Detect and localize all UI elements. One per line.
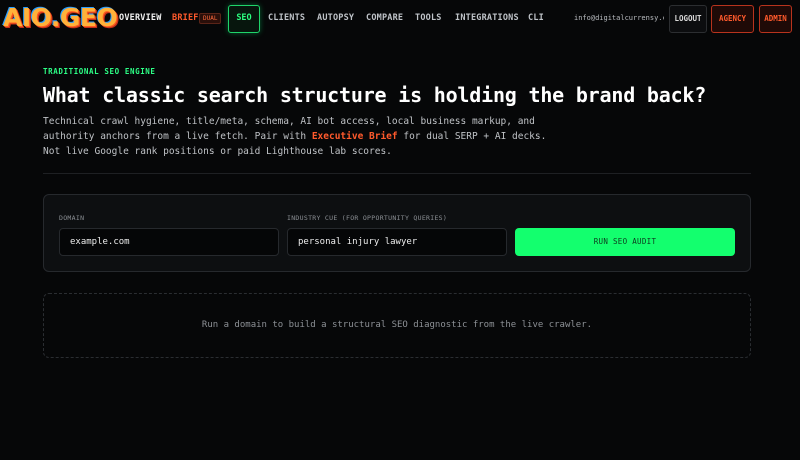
top-nav: AIO.GEO OVERVIEW BRIEF DUAL SEO CLIENTS … — [0, 0, 800, 38]
dual-badge: DUAL — [199, 13, 222, 24]
run-seo-audit-button[interactable]: RUN SEO AUDIT — [515, 228, 735, 256]
nav-autopsy[interactable]: AUTOPSY — [317, 13, 354, 23]
logout-button[interactable]: LOGOUT — [669, 5, 707, 33]
nav-overview[interactable]: OVERVIEW — [119, 13, 162, 23]
nav-compare[interactable]: COMPARE — [366, 13, 403, 23]
page-description: Technical crawl hygiene, title/meta, sch… — [43, 114, 563, 159]
empty-state-message: Run a domain to build a structural SEO d… — [201, 320, 593, 330]
domain-input[interactable]: example.com — [59, 228, 279, 256]
nav-seo[interactable]: SEO — [228, 5, 260, 33]
nav-clients[interactable]: CLIENTS — [268, 13, 305, 23]
page-title: What classic search structure is holding… — [43, 83, 707, 107]
nav-tools[interactable]: TOOLS — [415, 13, 442, 23]
nav-brief[interactable]: BRIEF — [172, 13, 199, 23]
industry-input[interactable]: personal injury lawyer — [287, 228, 507, 256]
domain-label: DOMAIN — [59, 214, 85, 222]
executive-brief-link[interactable]: Executive Brief — [312, 131, 398, 142]
section-eyebrow: TRADITIONAL SEO ENGINE — [43, 67, 156, 76]
user-email: info@digitalcurrensy.c… — [574, 14, 664, 22]
nav-cli[interactable]: CLI — [528, 13, 544, 23]
divider — [43, 173, 751, 174]
agency-button[interactable]: AGENCY — [711, 5, 754, 33]
admin-button[interactable]: ADMIN — [759, 5, 792, 33]
nav-integrations[interactable]: INTEGRATIONS — [455, 13, 519, 23]
industry-label: INDUSTRY CUE (FOR OPPORTUNITY QUERIES) — [287, 214, 448, 222]
logo[interactable]: AIO.GEO — [3, 4, 118, 32]
